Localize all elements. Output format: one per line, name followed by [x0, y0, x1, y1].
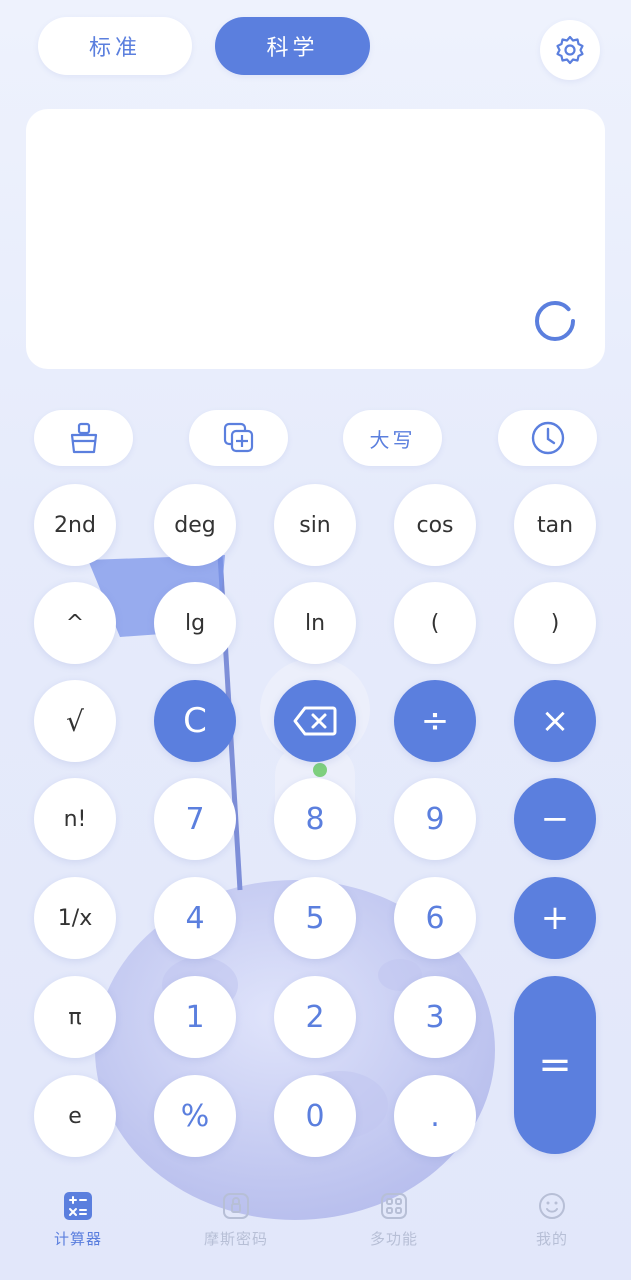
nav-label: 摩斯密码 — [203, 1230, 268, 1248]
nav-multi-function[interactable]: 多功能 — [339, 1192, 449, 1249]
power-key[interactable]: ^ — [34, 582, 116, 664]
digit-5-key[interactable]: 5 — [274, 877, 356, 959]
reciprocal-key[interactable]: 1/x — [34, 877, 116, 959]
log-key[interactable]: lg — [154, 582, 236, 664]
backspace-key[interactable] — [274, 680, 356, 762]
nav-label: 我的 — [535, 1230, 568, 1248]
minus-key[interactable]: − — [514, 778, 596, 860]
nav-morse-code[interactable]: 摩斯密码 — [181, 1192, 291, 1249]
settings-button[interactable] — [540, 20, 600, 80]
factorial-key[interactable]: n! — [34, 778, 116, 860]
tab-standard[interactable]: 标准 — [38, 17, 192, 75]
nav-label: 计算器 — [53, 1230, 102, 1248]
sqrt-key[interactable]: √ — [34, 680, 116, 762]
broom-icon — [70, 422, 97, 454]
nav-calculator[interactable]: 计算器 — [23, 1192, 133, 1249]
nav-label: 多功能 — [369, 1230, 418, 1248]
digit-2-key[interactable]: 2 — [274, 976, 356, 1058]
copy-button[interactable] — [189, 410, 288, 466]
clear-key[interactable]: C — [154, 680, 236, 762]
multiply-key[interactable]: × — [514, 680, 596, 762]
digit-6-key[interactable]: 6 — [394, 877, 476, 959]
second-function-key[interactable]: 2nd — [34, 484, 116, 566]
grid-icon — [381, 1193, 407, 1219]
lock-icon — [223, 1193, 249, 1219]
clear-history-button[interactable] — [34, 410, 133, 466]
loading-spinner-icon — [535, 301, 575, 341]
digit-4-key[interactable]: 4 — [154, 877, 236, 959]
backspace-icon — [293, 706, 337, 736]
equals-key[interactable]: = — [514, 976, 596, 1154]
plus-key[interactable]: + — [514, 877, 596, 959]
tab-scientific[interactable]: 科学 — [215, 17, 370, 75]
right-paren-key[interactable]: ) — [514, 582, 596, 664]
digit-9-key[interactable]: 9 — [394, 778, 476, 860]
sin-key[interactable]: sin — [274, 484, 356, 566]
pi-key[interactable]: π — [34, 976, 116, 1058]
digit-1-key[interactable]: 1 — [154, 976, 236, 1058]
digit-8-key[interactable]: 8 — [274, 778, 356, 860]
copy-plus-icon — [223, 422, 253, 453]
left-paren-key[interactable]: ( — [394, 582, 476, 664]
digit-3-key[interactable]: 3 — [394, 976, 476, 1058]
decimal-point-key[interactable]: . — [394, 1075, 476, 1157]
cos-key[interactable]: cos — [394, 484, 476, 566]
uppercase-button[interactable]: 大写 — [343, 410, 442, 466]
clock-icon — [531, 421, 564, 455]
calculator-icon — [64, 1192, 92, 1220]
euler-key[interactable]: e — [34, 1075, 116, 1157]
ln-key[interactable]: ln — [274, 582, 356, 664]
percent-key[interactable]: % — [154, 1075, 236, 1157]
history-button[interactable] — [498, 410, 597, 466]
degree-key[interactable]: deg — [154, 484, 236, 566]
tan-key[interactable]: tan — [514, 484, 596, 566]
gear-icon — [556, 35, 584, 65]
digit-0-key[interactable]: 0 — [274, 1075, 356, 1157]
nav-mine[interactable]: 我的 — [497, 1192, 607, 1249]
smiley-icon — [539, 1193, 565, 1219]
digit-7-key[interactable]: 7 — [154, 778, 236, 860]
divide-key[interactable]: ÷ — [394, 680, 476, 762]
calculator-display — [26, 109, 605, 369]
